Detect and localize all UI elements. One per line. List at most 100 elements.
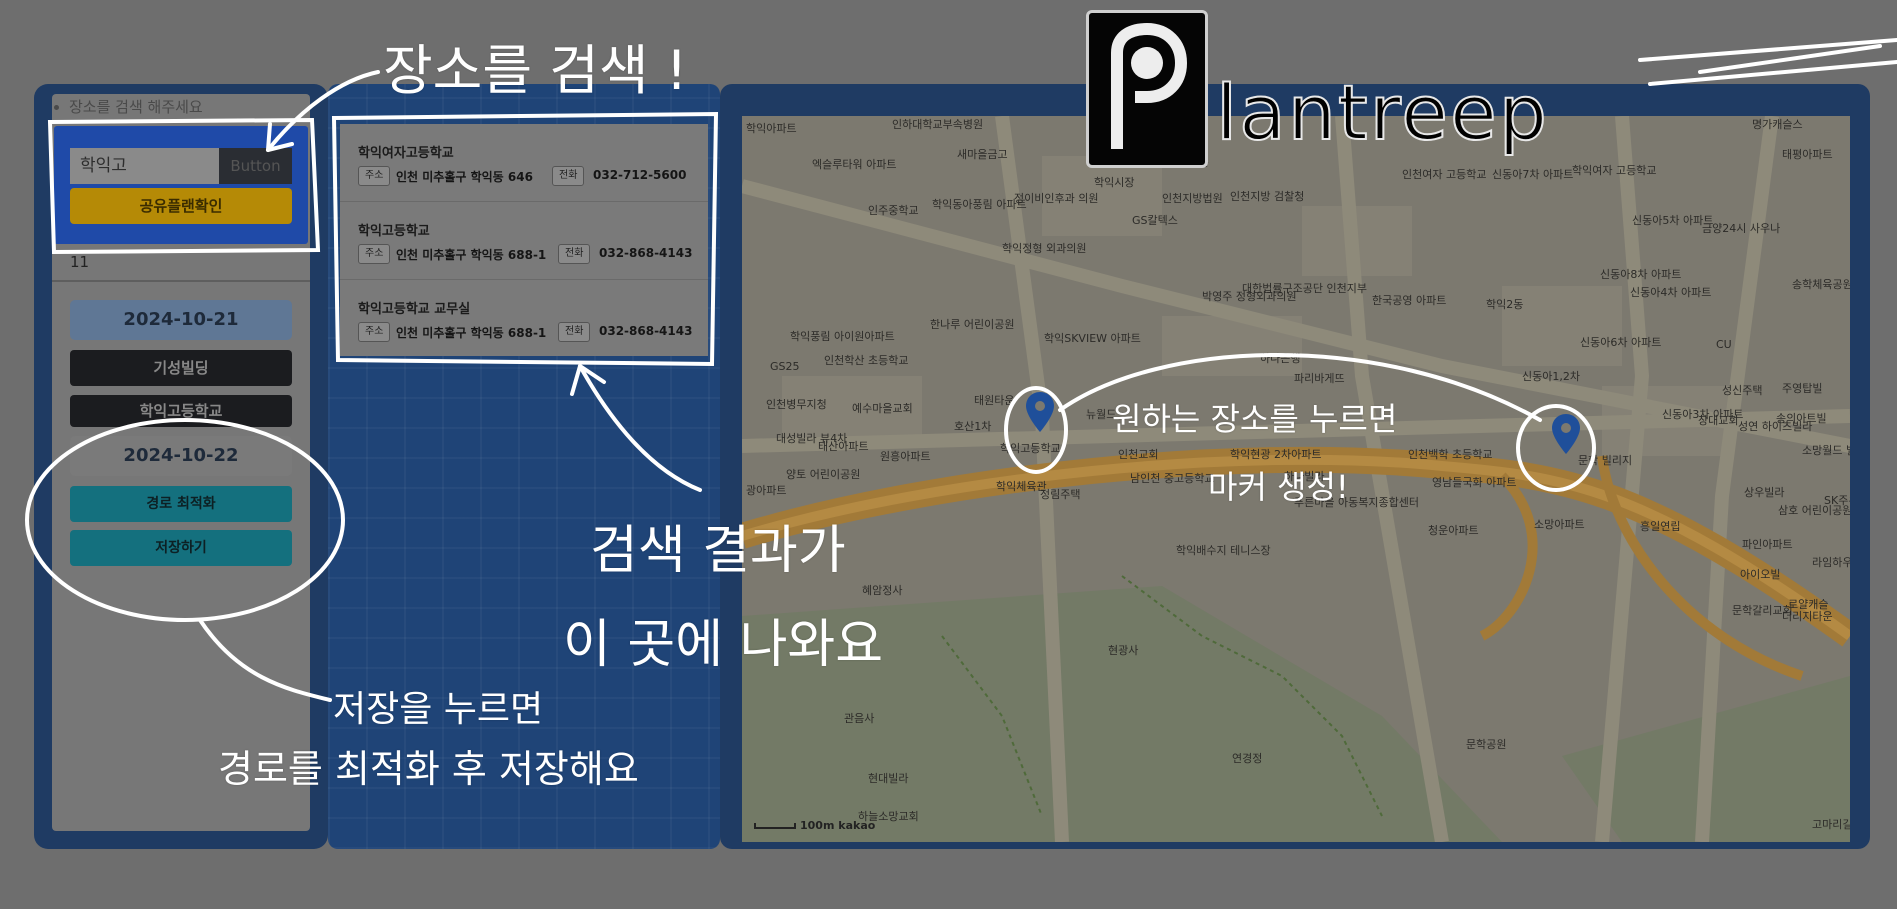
result-address: 인천 미추홀구 학익동 688-1 <box>396 248 547 262</box>
map-place-label: 박영주 정형외과의원 <box>1202 290 1297 303</box>
map-place-label: 학익현광 2차아파트 <box>1230 448 1322 461</box>
map-place-label: 송의아트빌 <box>1776 412 1827 425</box>
map-place-label: 신동아6차 아파트 <box>1580 336 1662 349</box>
map-place-label: GS25 <box>770 360 800 373</box>
annotation-save-2: 경로를 최적화 후 저장해요 <box>218 747 639 791</box>
annotation-marker-1: 원하는 장소를 누르면 <box>1112 400 1398 438</box>
map-place-label: 신동아8차 아파트 <box>1600 268 1682 281</box>
map-place-label: 태평아파트 <box>1782 148 1833 161</box>
map-place-label: 파리바게뜨 <box>1294 372 1345 385</box>
result-phone: 032-868-4143 <box>599 324 693 338</box>
result-item[interactable]: 학익고등학교 교무실 주소 인천 미추홀구 학익동 688-1 전화 032-8… <box>340 280 708 358</box>
divider <box>52 280 310 282</box>
map-place-label: 하나은행 <box>1260 352 1301 365</box>
map-place-label: 남인천 중고등학교 <box>1130 472 1215 485</box>
map-place-label: 삼호 어린이공원 <box>1778 504 1850 517</box>
map-place-label: 학익정형 외과의원 <box>1002 242 1087 255</box>
map-place-label: 인천백학 초등학교 <box>1408 448 1493 461</box>
map-place-label: 더리지타운 <box>1782 610 1833 623</box>
plan-place-item[interactable]: 기성빌딩 <box>70 350 292 386</box>
map-scale: 100m kakao <box>754 819 875 832</box>
map-place-label: 정림주택 <box>1040 488 1081 501</box>
result-count: 11 <box>70 253 90 271</box>
map-place-label: 학익SKVIEW 아파트 <box>1044 332 1141 345</box>
map-place-label: 학익고등학교 <box>1000 442 1061 455</box>
map-place-label: 호산1차 <box>954 420 992 433</box>
map-place-label: GS칼텍스 <box>1132 214 1178 227</box>
plan-place-item[interactable]: 학익고등학교 <box>70 395 292 427</box>
map-place-label: 신동아7차 아파트 <box>1492 168 1574 181</box>
map-place-label: 원흥아파트 <box>880 450 931 463</box>
save-button[interactable]: 저장하기 <box>70 530 292 566</box>
phone-tag: 전화 <box>552 166 585 186</box>
map-place-label: 한나루 어린이공원 <box>930 318 1015 331</box>
map-place-label: 학익2동 <box>1486 298 1524 311</box>
map-place-label: 인주중학교 <box>868 204 919 217</box>
logo-letter-icon <box>1111 22 1188 149</box>
map-place-label: 송학체육공원 <box>1792 278 1850 291</box>
map-place-label: 파인아파트 <box>1742 538 1793 551</box>
map-place-label: 인천여자 고등학교 <box>1402 168 1487 181</box>
map-place-label: 신동아1,2차 <box>1522 370 1580 383</box>
map-place-label: 학익여자 고등학교 <box>1572 164 1657 177</box>
map-place-label: 학익동아풍림 아파트 <box>932 198 1027 211</box>
phone-tag: 전화 <box>558 244 591 264</box>
map-marker-icon[interactable] <box>1552 414 1580 454</box>
map-place-label: 인천지방 검찰청 <box>1230 190 1305 203</box>
search-results-list: 학익여자고등학교 주소 인천 미추홀구 학익동 646 전화 032-712-5… <box>340 124 708 356</box>
map-place-label: 엑슬루타워 아파트 <box>812 158 897 171</box>
address-tag: 주소 <box>358 244 391 264</box>
annotation-marker-2: 마커 생성! <box>1208 468 1349 506</box>
map-place-label: 태원타운 <box>974 394 1015 407</box>
public-plan-button[interactable]: 공유플랜확인 <box>70 188 292 224</box>
annotation-save-1: 저장을 누르면 <box>333 689 544 730</box>
map-place-label: 금양24시 사우나 <box>1702 222 1781 235</box>
annotation-results-2: 이 곳에 나와요 <box>563 615 884 675</box>
result-name: 학익고등학교 교무실 <box>358 302 471 317</box>
address-tag: 주소 <box>358 322 391 342</box>
search-hint-text: 장소를 검색 해주세요 <box>69 98 203 116</box>
search-button[interactable]: Button <box>219 148 292 184</box>
result-address: 인천 미추홀구 학익동 688-1 <box>396 326 547 340</box>
result-item[interactable]: 학익여자고등학교 주소 인천 미추홀구 학익동 646 전화 032-712-5… <box>340 124 708 202</box>
result-item[interactable]: 학익고등학교 주소 인천 미추홀구 학익동 688-1 전화 032-868-4… <box>340 202 708 280</box>
map-place-label: 상우빌라 <box>1744 486 1785 499</box>
map-place-label: 정이비인후과 의원 <box>1014 192 1099 205</box>
search-input[interactable] <box>70 148 220 184</box>
scale-text: 100m <box>800 819 835 832</box>
annotation-search: 장소를 검색 ! <box>383 39 688 102</box>
map-place-label: 성신주택 <box>1722 384 1763 397</box>
map-place-label: 인천교회 <box>1118 448 1159 461</box>
result-address: 인천 미추홀구 학익동 646 <box>396 170 533 184</box>
map-place-label: 인하대학교부속병원 <box>892 118 984 131</box>
map-place-label: 새마을금고 <box>957 148 1008 161</box>
search-hint: 장소를 검색 해주세요 <box>54 96 203 117</box>
optimize-route-button[interactable]: 경로 최적화 <box>70 486 292 522</box>
map-place-label: 인천병무지청 <box>766 398 827 411</box>
map-place-label: 창대교회 <box>1698 414 1739 427</box>
map-place-label: 태산아파트 <box>818 440 869 453</box>
day-header-2[interactable]: 2024-10-22 <box>70 436 292 476</box>
annotation-results-1: 검색 결과가 <box>590 521 846 581</box>
result-name: 학익고등학교 <box>358 224 430 239</box>
map-place-label: 학익시장 <box>1094 176 1135 189</box>
map-place-label: 주영탑빌 <box>1782 382 1823 395</box>
map-place-label: 신동아4차 아파트 <box>1630 286 1712 299</box>
day-header-1[interactable]: 2024-10-21 <box>70 300 292 340</box>
map-place-label: 한국공영 아파트 <box>1372 294 1447 307</box>
map-place-label: 혜암정사 <box>862 584 903 597</box>
map-place-label: 현대빌라 <box>868 772 909 785</box>
map-place-label: 아이오빌 <box>1740 568 1781 581</box>
map-place-label: 소망아파트 <box>1534 518 1585 531</box>
map-place-label: 학익풍림 아이원아파트 <box>790 330 895 343</box>
map-marker-icon[interactable] <box>1026 392 1054 432</box>
map-place-label: 현광사 <box>1108 644 1139 657</box>
map-place-label: 문학공원 <box>1466 738 1507 751</box>
result-name: 학익여자고등학교 <box>358 146 454 161</box>
map-place-label: 광아파트 <box>746 484 787 497</box>
map-place-label: 소망월드 빌리지 <box>1802 444 1850 457</box>
map-place-label: 인천학산 초등학교 <box>824 354 909 367</box>
map-place-label: 영남들국화 아파트 <box>1432 476 1517 489</box>
phone-tag: 전화 <box>558 322 591 342</box>
map-place-label: CU <box>1716 338 1732 351</box>
